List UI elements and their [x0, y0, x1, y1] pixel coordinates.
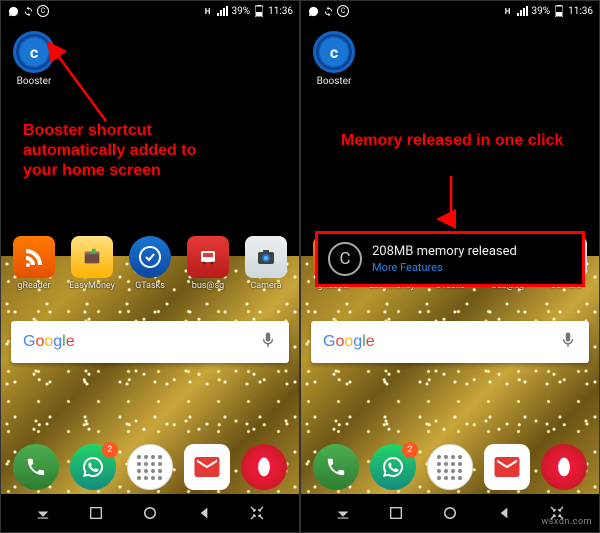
home-screen[interactable]: c Booster gReader EasyMoney GTasks bus@s… — [301, 21, 599, 494]
app-bussg[interactable]: bus@sg — [181, 236, 235, 291]
phone-right: C H 39% 11:36 c Booster gReader EasyMone… — [300, 0, 600, 533]
app-label: GTasks — [123, 281, 177, 291]
nav-down-icon[interactable] — [331, 501, 355, 525]
notification-badge: 2 — [402, 442, 418, 458]
notification-badge: 2 — [102, 442, 118, 458]
sync-status-icon — [322, 5, 334, 17]
whatsapp-status-icon — [7, 5, 19, 17]
toast-title: 208MB memory released — [372, 244, 517, 259]
battery-pct: 39% — [232, 6, 251, 17]
booster-label: Booster — [313, 76, 355, 87]
c-status-icon: C — [337, 5, 349, 17]
nav-back-icon[interactable] — [192, 501, 216, 525]
navigation-bar — [1, 494, 299, 532]
app-label: bus@sg — [181, 281, 235, 291]
app-label: gReader — [7, 281, 61, 291]
clock-time: 11:36 — [568, 6, 593, 17]
camera-icon — [245, 236, 287, 278]
signal-icon — [217, 5, 229, 17]
signal-icon — [517, 5, 529, 17]
phone-left: C H 39% 11:36 c Booster gReader EasyMone… — [0, 0, 300, 533]
google-search-bar[interactable]: Google — [11, 321, 289, 363]
booster-label: Booster — [13, 76, 55, 87]
app-greader[interactable]: gReader — [7, 236, 61, 291]
app-label: EasyMoney — [65, 281, 119, 291]
watermark: wsxdn.com — [542, 517, 592, 527]
google-logo: Google — [23, 333, 75, 351]
battery-icon — [553, 5, 565, 17]
whatsapp-icon[interactable]: 2 — [70, 444, 116, 490]
sync-status-icon — [22, 5, 34, 17]
dialer-icon[interactable] — [313, 444, 359, 490]
whatsapp-status-icon — [307, 5, 319, 17]
clock-time: 11:36 — [268, 6, 293, 17]
gmail-icon[interactable] — [184, 444, 230, 490]
booster-shortcut[interactable]: c Booster — [313, 31, 355, 87]
app-easymoney[interactable]: EasyMoney — [65, 236, 119, 291]
app-gtasks[interactable]: GTasks — [123, 236, 177, 291]
bus-icon — [187, 236, 229, 278]
nav-back-icon[interactable] — [492, 501, 516, 525]
nav-recent-icon[interactable] — [384, 501, 408, 525]
mic-icon[interactable] — [559, 331, 577, 353]
gmail-icon[interactable] — [484, 444, 530, 490]
status-bar: C H 39% 11:36 — [1, 1, 299, 21]
app-drawer-icon[interactable] — [127, 444, 173, 490]
nav-home-icon[interactable] — [138, 501, 162, 525]
c-status-icon: C — [37, 5, 49, 17]
status-bar: C H 39% 11:36 — [301, 1, 599, 21]
home-screen[interactable]: c Booster gReader EasyMoney GTasks bus@s… — [1, 21, 299, 494]
app-row: gReader EasyMoney GTasks bus@sg Camera — [1, 236, 299, 291]
app-drawer-icon[interactable] — [427, 444, 473, 490]
nav-collapse-icon[interactable] — [245, 501, 269, 525]
google-logo: Google — [323, 333, 375, 351]
memory-released-toast[interactable]: C 208MB memory released More Features — [315, 231, 585, 287]
booster-shortcut[interactable]: c Booster — [13, 31, 55, 87]
wallet-icon — [71, 236, 113, 278]
nav-down-icon[interactable] — [31, 501, 55, 525]
toast-more-features-link[interactable]: More Features — [372, 261, 517, 274]
opera-icon[interactable] — [541, 444, 587, 490]
whatsapp-icon[interactable]: 2 — [370, 444, 416, 490]
battery-icon — [253, 5, 265, 17]
dock: 2 — [1, 444, 299, 490]
dock: 2 — [301, 444, 599, 490]
toast-c-icon: C — [328, 242, 362, 276]
nav-recent-icon[interactable] — [84, 501, 108, 525]
booster-ring-icon: c — [313, 31, 355, 73]
check-icon — [129, 236, 171, 278]
battery-pct: 39% — [532, 6, 551, 17]
nav-home-icon[interactable] — [438, 501, 462, 525]
booster-ring-icon: c — [13, 31, 55, 73]
mic-icon[interactable] — [259, 331, 277, 353]
data-h-icon: H — [502, 5, 514, 17]
app-label: Camera — [239, 281, 293, 291]
opera-icon[interactable] — [241, 444, 287, 490]
dialer-icon[interactable] — [13, 444, 59, 490]
rss-icon — [13, 236, 55, 278]
google-search-bar[interactable]: Google — [311, 321, 589, 363]
app-camera[interactable]: Camera — [239, 236, 293, 291]
data-h-icon: H — [202, 5, 214, 17]
